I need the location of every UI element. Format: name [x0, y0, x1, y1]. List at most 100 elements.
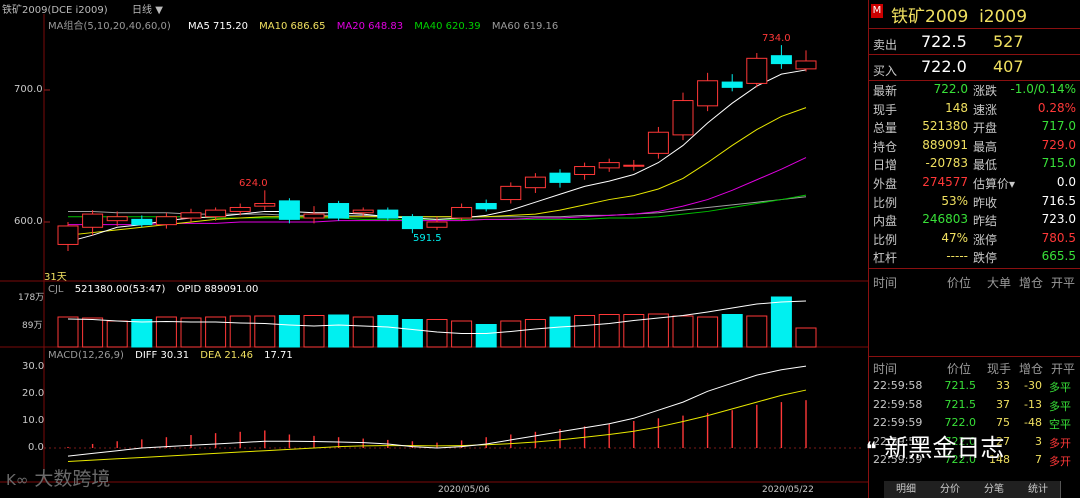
volume-bar	[770, 296, 792, 348]
candle-down	[278, 200, 300, 220]
volume-legend: CJL 521380.00(53:47) OPID 889091.00	[48, 284, 258, 295]
quote-value: 47%	[941, 230, 968, 245]
opid-value: OPID 889091.00	[176, 284, 259, 295]
candle-up	[746, 57, 768, 84]
candle-up	[180, 212, 202, 219]
tab-detail[interactable]: 明细	[884, 481, 929, 498]
candle-up	[451, 206, 473, 219]
volume-bar	[57, 316, 79, 348]
tick-oi-change: -48	[1024, 416, 1042, 429]
candle-up	[155, 216, 177, 226]
volume-axis-mid: 89万	[22, 321, 43, 331]
candle-down	[475, 203, 497, 210]
candle-down	[377, 209, 399, 219]
y-axis-label-600: 600.0	[14, 216, 43, 227]
candle-up	[623, 164, 645, 167]
quote-value: 148	[945, 100, 968, 115]
quote-panel: M 铁矿2009 i2009 卖出 722.5 527 买入 722.0 407…	[868, 0, 1080, 498]
volume-bar	[574, 315, 596, 348]
quote-value: 780.5	[1041, 230, 1076, 245]
tick-type: 空平	[1049, 418, 1071, 431]
quote-value: 729.0	[1041, 137, 1076, 152]
volume-bar	[254, 315, 276, 348]
dea-value: DEA 21.46	[200, 350, 253, 361]
volume-bar	[426, 319, 448, 348]
tick-column-header: 增仓	[1019, 276, 1044, 290]
tick-column-header: 大单	[987, 276, 1012, 290]
tab-stats[interactable]: 统计	[1016, 481, 1061, 498]
panel-title: 铁矿2009 i2009	[891, 7, 1028, 27]
ma20-line	[68, 157, 807, 226]
volume-bar	[746, 315, 768, 348]
tab-trade[interactable]: 分笔	[972, 481, 1017, 498]
volume-bar	[106, 320, 128, 348]
quote-label[interactable]: 估算价▾	[973, 175, 1015, 192]
tick-column-header: 价位	[947, 276, 972, 290]
candle-up	[82, 213, 104, 228]
candle-up	[647, 131, 669, 154]
volume-bar	[229, 315, 251, 348]
candle-up	[205, 209, 227, 218]
quote-value: 889091	[922, 137, 968, 152]
quote-label: 跌停	[973, 251, 998, 266]
volume-axis-top: 178万	[18, 293, 45, 303]
macd-axis-20: 20.0	[22, 388, 45, 399]
candle-up	[106, 216, 128, 222]
tick-type: 多开	[1049, 455, 1071, 468]
buy-label: 买入	[873, 64, 898, 78]
quote-label: 开盘	[973, 121, 998, 136]
ma10-label: MA10 686.65	[259, 21, 326, 32]
candle-down	[549, 172, 571, 183]
quote-label: 最高	[973, 139, 998, 154]
quote-value: 274577	[922, 175, 968, 189]
volume-bar	[500, 320, 522, 348]
candle-down	[401, 216, 423, 230]
watermark-logo-icon: K∞	[6, 471, 29, 489]
tick-column-header: 增仓	[1019, 362, 1044, 376]
tick-column-header: 价位	[947, 362, 972, 376]
ma5-line	[67, 69, 807, 243]
market-flag: M	[871, 4, 883, 18]
candle-down	[328, 203, 350, 219]
date-label-1: 2020/05/06	[438, 485, 490, 495]
volume-bar	[475, 324, 497, 348]
quote-value: -----	[946, 249, 968, 264]
buy-price: 722.0	[921, 57, 967, 76]
tick-column-header: 现手	[987, 362, 1012, 376]
kline-chart-area[interactable]	[0, 0, 868, 498]
quote-label: 日增	[873, 158, 898, 173]
quote-label: 外盘	[873, 177, 898, 191]
ma-group-label[interactable]: MA组合(5,10,20,40,60,0)	[48, 21, 171, 32]
tab-price[interactable]: 分价	[928, 481, 973, 498]
candle-up	[254, 203, 276, 207]
candle-down	[770, 55, 792, 65]
macd-value: 17.71	[264, 350, 293, 361]
buy-volume: 407	[993, 57, 1024, 76]
days-count-label: 31天	[44, 272, 67, 283]
ma40-label: MA40 620.39	[414, 21, 481, 32]
quote-label: 昨收	[973, 195, 998, 210]
volume-bar	[82, 317, 104, 348]
tick-price: 721.5	[944, 397, 977, 411]
quote-label: 比例	[873, 195, 898, 210]
volume-bar	[352, 316, 374, 348]
volume-bar	[205, 316, 227, 348]
cjl-value: 521380.00(53:47)	[74, 284, 166, 295]
quote-label: 最新	[873, 84, 898, 98]
tick-oi-change: -13	[1024, 397, 1042, 411]
tick-volume: 33	[996, 379, 1010, 392]
ma40-line	[68, 194, 807, 220]
watermark-brand: ❝ 新黑金日志	[866, 434, 1005, 462]
candle-up	[352, 209, 374, 214]
quote-value: -20783	[925, 156, 968, 171]
ma10-line	[67, 107, 807, 236]
diff-value: DIFF 30.31	[135, 350, 190, 361]
quote-value: 722.0	[933, 82, 968, 96]
wechat-icon: ❝	[866, 437, 877, 461]
tick-column-header: 开平	[1051, 362, 1076, 376]
cjl-label: CJL	[48, 284, 64, 295]
tick-type: 多平	[1049, 399, 1071, 413]
candle-up	[672, 100, 694, 136]
macd-axis-0: 0.0	[28, 442, 44, 453]
quote-value: 723.0	[1041, 212, 1076, 227]
